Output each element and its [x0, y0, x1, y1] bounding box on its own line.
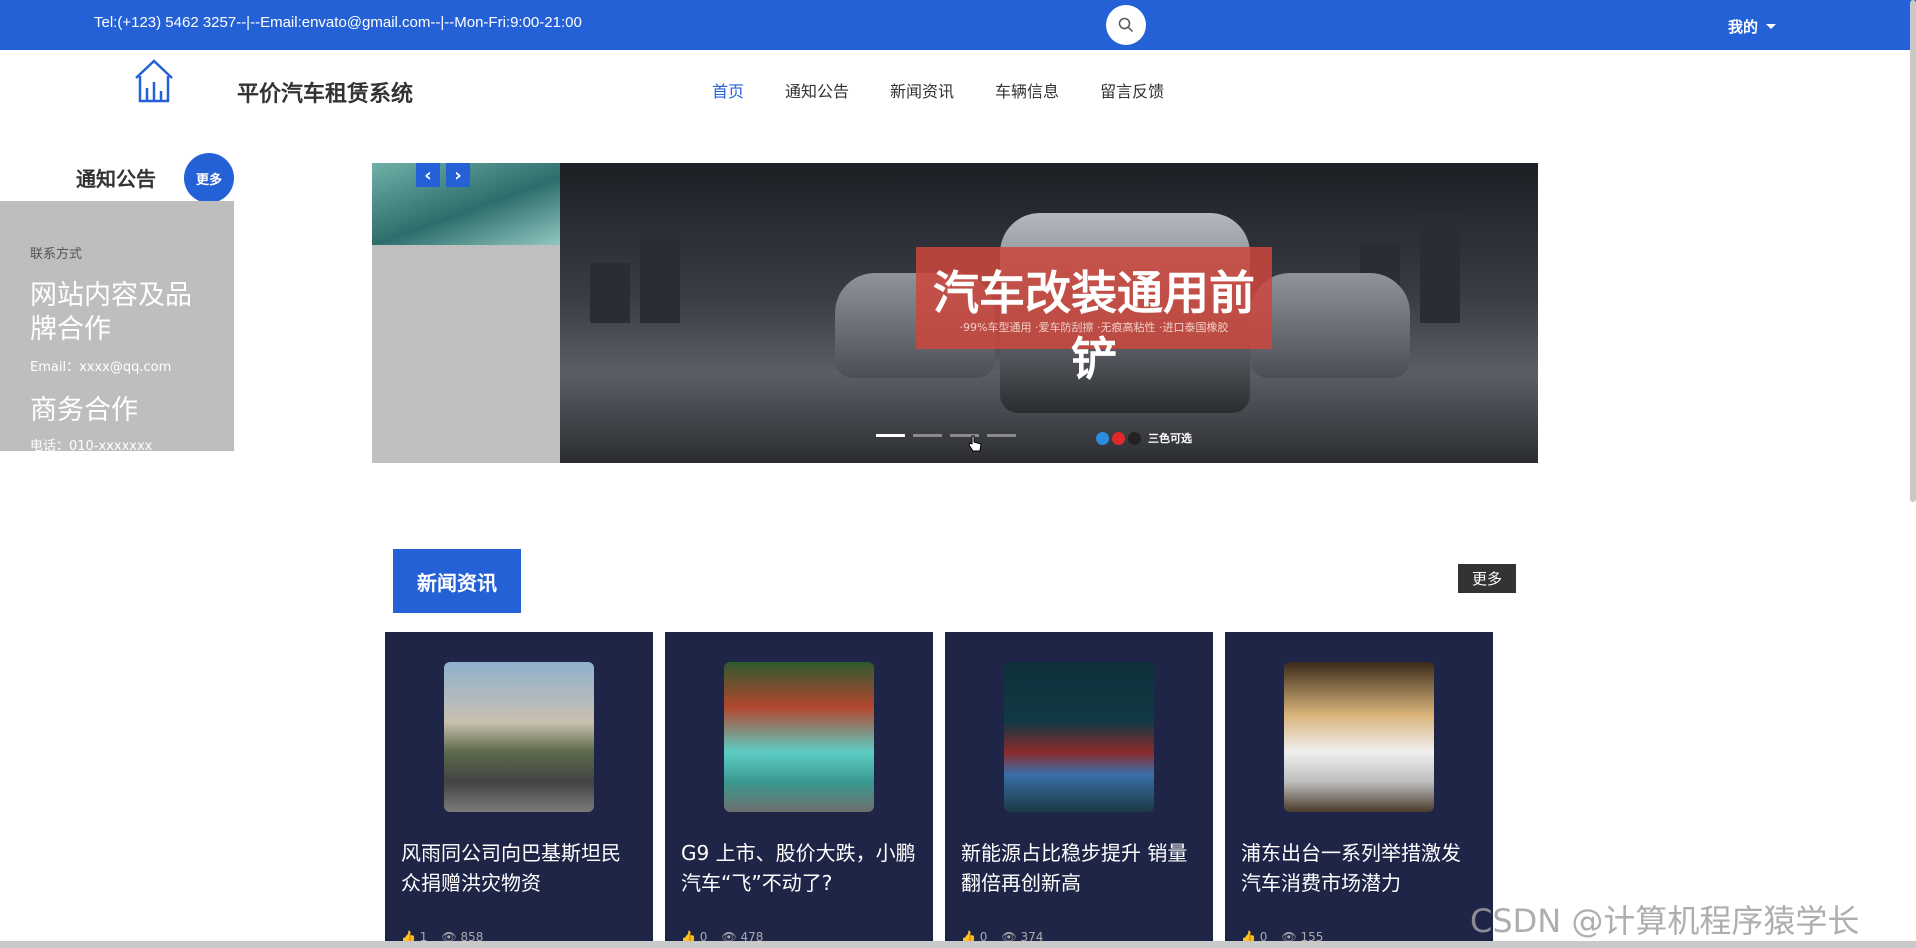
contact-panel: 联系方式 网站内容及品牌合作 Email：xxxx@qq.com 商务合作 电话…	[0, 201, 234, 451]
contact-phone: 电话：010-xxxxxxx	[30, 439, 153, 451]
nav-item-news[interactable]: 新闻资讯	[890, 78, 954, 102]
banner-prev-button[interactable]: ‹	[416, 163, 440, 187]
hand-cursor-icon	[968, 435, 982, 452]
nav-item-feedback[interactable]: 留言反馈	[1100, 78, 1164, 102]
news-thumbnail	[444, 662, 594, 812]
contact-info: Tel:(+123) 5462 3257--|--Email:envato@gm…	[94, 14, 582, 31]
nav-item-vehicles[interactable]: 车辆信息	[995, 78, 1059, 102]
promo-box: 汽车改装通用前铲 ·99%车型通用 ·爱车防刮擦 ·无痕高粘性 ·进口泰国橡胶	[916, 247, 1272, 386]
news-title: 新能源占比稳步提升 销量翻倍再创新高	[961, 841, 1188, 895]
contact-headline-business: 商务合作	[30, 395, 138, 426]
banner-carousel[interactable]: ‹ › 汽车改装通用前铲 ·99%车型通用 ·爱车防刮擦 ·无痕高粘性 ·进口泰…	[372, 163, 1538, 463]
main-nav: 首页 通知公告 新闻资讯 车辆信息 留言反馈	[712, 78, 1205, 102]
news-more-button[interactable]: 更多	[1458, 564, 1516, 593]
notice-title: 通知公告	[76, 167, 156, 191]
home-chart-icon	[135, 59, 173, 103]
nav-item-home[interactable]: 首页	[712, 78, 744, 102]
contact-headline-brand: 网站内容及品牌合作	[30, 280, 192, 345]
news-card[interactable]: 浦东出台一系列举措激发汽车消费市场潜力 👍 0 👁 155	[1225, 632, 1493, 948]
news-card[interactable]: 新能源占比稳步提升 销量翻倍再创新高 👍 0 👁 374	[945, 632, 1213, 948]
banner-dot[interactable]	[876, 434, 905, 437]
top-bar: Tel:(+123) 5462 3257--|--Email:envato@gm…	[0, 0, 1916, 50]
color-options-label: 三色可选	[1148, 432, 1192, 445]
search-icon	[1118, 17, 1134, 33]
news-card[interactable]: G9 上市、股价大跌，小鹏汽车“飞”不动了? 👍 0 👁 478	[665, 632, 933, 948]
news-title: 浦东出台一系列举措激发汽车消费市场潜力	[1241, 841, 1461, 895]
user-menu[interactable]: 我的	[1728, 16, 1777, 37]
notice-more-button[interactable]: 更多	[184, 153, 234, 203]
banner-pagination	[876, 434, 1016, 437]
promo-subtitle: ·99%车型通用 ·爱车防刮擦 ·无痕高粘性 ·进口泰国橡胶	[959, 321, 1229, 334]
banner-dot[interactable]	[987, 434, 1016, 437]
user-menu-label: 我的	[1728, 18, 1759, 36]
search-button[interactable]	[1106, 5, 1146, 45]
contact-email: Email：xxxx@qq.com	[30, 360, 172, 375]
banner-dot[interactable]	[913, 434, 942, 437]
news-title: G9 上市、股价大跌，小鹏汽车“飞”不动了?	[681, 841, 916, 895]
contact-label: 联系方式	[30, 247, 83, 262]
color-swatch-red	[1112, 431, 1125, 445]
color-swatch-blue	[1096, 431, 1109, 445]
car-image-right	[1250, 273, 1410, 378]
chevron-down-icon	[1766, 24, 1777, 29]
horizontal-scrollbar[interactable]	[0, 941, 1916, 948]
news-thumbnail	[724, 662, 874, 812]
news-thumbnail	[1004, 662, 1154, 812]
news-section-title: 新闻资讯	[393, 549, 521, 613]
site-title: 平价汽车租赁系统	[237, 82, 414, 107]
news-card[interactable]: 风雨同公司向巴基斯坦民众捐赠洪灾物资 👍 1 👁 858	[385, 632, 653, 948]
news-title: 风雨同公司向巴基斯坦民众捐赠洪灾物资	[401, 841, 621, 895]
color-options: 三色可选	[1096, 430, 1192, 446]
banner-next-button[interactable]: ›	[446, 163, 470, 187]
nav-item-notices[interactable]: 通知公告	[785, 78, 849, 102]
color-swatch-black	[1128, 431, 1141, 445]
watermark: CSDN @计算机程序猿学长	[1470, 902, 1860, 940]
vertical-scrollbar[interactable]	[1910, 0, 1916, 502]
news-thumbnail	[1284, 662, 1434, 812]
